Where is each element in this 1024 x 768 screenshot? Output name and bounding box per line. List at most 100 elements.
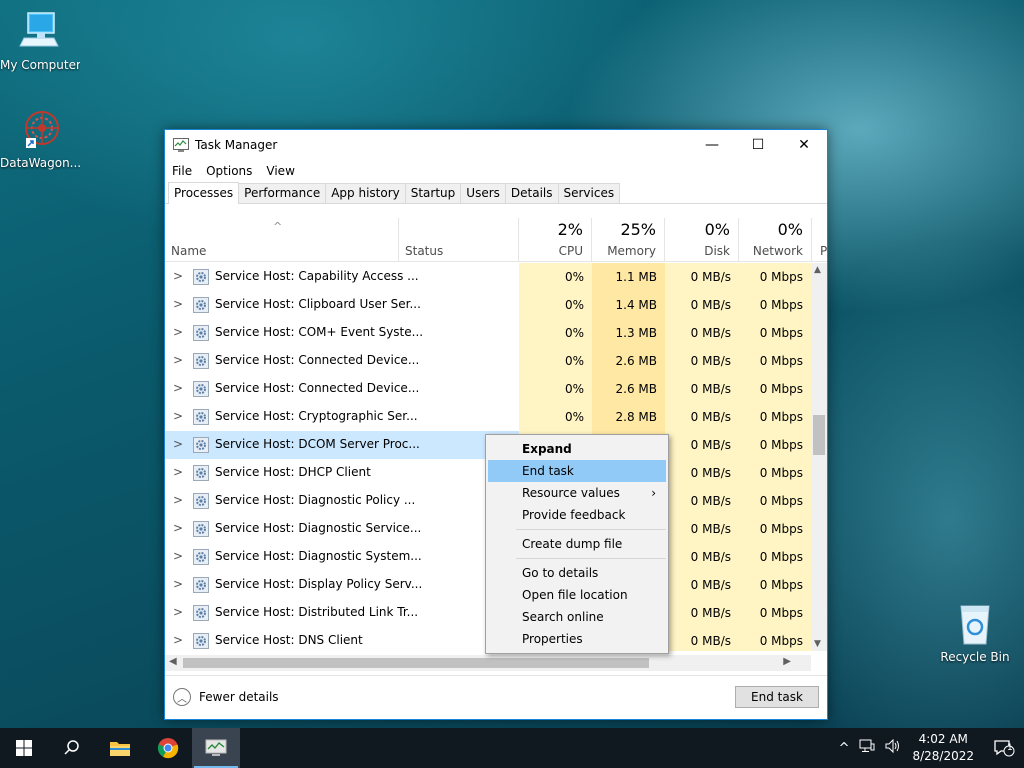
action-center-button[interactable]: 1 bbox=[984, 728, 1024, 768]
chevron-right-icon[interactable]: > bbox=[173, 297, 183, 311]
row-name-area[interactable]: > Service Host: Diagnostic Policy ... bbox=[165, 487, 519, 515]
menu-item-end-task[interactable]: End task bbox=[488, 460, 666, 482]
menu-item-properties[interactable]: Properties bbox=[488, 628, 666, 650]
chevron-right-icon[interactable]: > bbox=[173, 493, 183, 507]
menu-item-search-online[interactable]: Search online bbox=[488, 606, 666, 628]
row-name-area[interactable]: > Service Host: Diagnostic Service... bbox=[165, 515, 519, 543]
search-icon bbox=[64, 740, 79, 755]
minimize-button[interactable]: — bbox=[689, 130, 735, 160]
folder-icon bbox=[110, 742, 130, 756]
tab-users[interactable]: Users bbox=[460, 183, 506, 203]
cell-network: 0 Mbps bbox=[739, 543, 811, 571]
menu-item-resource-values[interactable]: Resource values › bbox=[488, 482, 666, 504]
table-row[interactable]: > Service Host: Capability Access ... 0% 1.… bbox=[165, 263, 811, 291]
fewer-details-link[interactable]: ︿ Fewer details bbox=[173, 688, 279, 706]
row-name-area[interactable]: > Service Host: Connected Device... bbox=[165, 347, 519, 375]
scroll-thumb[interactable] bbox=[183, 658, 649, 668]
gear-icon bbox=[193, 325, 209, 341]
desktop-icon-datawagon[interactable]: DataWagon... bbox=[0, 108, 80, 170]
menu-item-label: Expand bbox=[522, 442, 572, 456]
scroll-up-icon[interactable]: ▲ bbox=[814, 265, 821, 275]
chevron-right-icon[interactable]: > bbox=[173, 605, 183, 619]
search-button[interactable] bbox=[48, 728, 96, 768]
cell-network: 0 Mbps bbox=[739, 487, 811, 515]
chevron-right-icon[interactable]: > bbox=[173, 269, 183, 283]
menu-view[interactable]: View bbox=[266, 164, 294, 178]
column-cpu[interactable]: 2% CPU bbox=[519, 218, 592, 262]
cell-memory: 1.1 MB bbox=[592, 263, 665, 291]
column-status[interactable]: Status bbox=[399, 218, 519, 262]
maximize-button[interactable]: ☐ bbox=[735, 130, 781, 160]
tab-processes[interactable]: Processes bbox=[168, 182, 240, 204]
table-row[interactable]: > Service Host: Connected Device... 0% 2.6 … bbox=[165, 347, 811, 375]
scroll-down-icon[interactable]: ▼ bbox=[814, 639, 821, 649]
menu-item-go-to-details[interactable]: Go to details bbox=[488, 562, 666, 584]
chevron-right-icon[interactable]: > bbox=[173, 465, 183, 479]
menu-item-expand[interactable]: Expand bbox=[488, 438, 666, 460]
taskbar-chrome[interactable] bbox=[144, 728, 192, 768]
taskbar-task-manager[interactable] bbox=[192, 728, 240, 768]
row-name-area[interactable]: > Service Host: Distributed Link Tr... bbox=[165, 599, 519, 627]
taskbar-file-explorer[interactable] bbox=[96, 728, 144, 768]
title-bar[interactable]: Task Manager — ☐ ✕ bbox=[165, 130, 827, 160]
start-button[interactable] bbox=[0, 728, 48, 768]
desktop-icon-my-computer[interactable]: My Computer bbox=[0, 10, 80, 72]
process-name: Service Host: Distributed Link Tr... bbox=[215, 605, 419, 619]
notification-count: 1 bbox=[1007, 743, 1013, 753]
clock[interactable]: 4:02 AM 8/28/2022 bbox=[912, 731, 974, 765]
column-name[interactable]: ^ Name bbox=[165, 218, 399, 262]
column-power-partial[interactable]: P bbox=[812, 218, 827, 262]
tab-details[interactable]: Details bbox=[504, 183, 559, 203]
table-row[interactable]: > Service Host: Cryptographic Ser... 0% 2.8… bbox=[165, 403, 811, 431]
row-name-area[interactable]: > Service Host: Cryptographic Ser... bbox=[165, 403, 519, 431]
desktop-icon-label: Recycle Bin bbox=[940, 650, 1010, 664]
tab-services[interactable]: Services bbox=[557, 183, 621, 203]
table-row[interactable]: > Service Host: Clipboard User Ser... 0% 1.… bbox=[165, 291, 811, 319]
menu-item-open-file-location[interactable]: Open file location bbox=[488, 584, 666, 606]
menu-item-provide-feedback[interactable]: Provide feedback bbox=[488, 504, 666, 526]
menu-item-create-dump-file[interactable]: Create dump file bbox=[488, 533, 666, 555]
row-name-area[interactable]: > Service Host: Connected Device... bbox=[165, 375, 519, 403]
row-name-area[interactable]: > Service Host: Display Policy Serv... bbox=[165, 571, 519, 599]
horizontal-scrollbar[interactable]: ◀ ▶ bbox=[165, 655, 811, 671]
chevron-right-icon[interactable]: > bbox=[173, 521, 183, 535]
row-name-area[interactable]: > Service Host: Capability Access ... bbox=[165, 263, 519, 291]
scroll-left-icon[interactable]: ◀ bbox=[169, 656, 177, 667]
network-icon[interactable] bbox=[859, 739, 875, 757]
volume-icon[interactable] bbox=[885, 738, 901, 757]
row-name-area[interactable]: > Service Host: DNS Client bbox=[165, 627, 519, 651]
desktop-icon-recycle-bin[interactable]: Recycle Bin bbox=[935, 602, 1015, 664]
row-name-area[interactable]: > Service Host: COM+ Event Syste... bbox=[165, 319, 519, 347]
chrome-icon bbox=[157, 738, 179, 759]
chevron-right-icon[interactable]: > bbox=[173, 549, 183, 563]
column-disk[interactable]: 0% Disk bbox=[665, 218, 739, 262]
chevron-right-icon[interactable]: > bbox=[173, 437, 183, 451]
row-name-area[interactable]: > Service Host: Diagnostic System... bbox=[165, 543, 519, 571]
chevron-right-icon[interactable]: > bbox=[173, 325, 183, 339]
row-name-area[interactable]: > Service Host: DCOM Server Proc... bbox=[165, 431, 519, 459]
column-network[interactable]: 0% Network bbox=[739, 218, 812, 262]
vertical-scrollbar[interactable]: ▲ ▼ bbox=[811, 263, 827, 651]
chevron-right-icon[interactable]: > bbox=[173, 633, 183, 647]
tab-startup[interactable]: Startup bbox=[404, 183, 462, 203]
chevron-right-icon[interactable]: > bbox=[173, 409, 183, 423]
tab-performance[interactable]: Performance bbox=[238, 183, 327, 203]
scroll-right-icon[interactable]: ▶ bbox=[783, 656, 791, 667]
row-name-area[interactable]: > Service Host: DHCP Client bbox=[165, 459, 519, 487]
table-row[interactable]: > Service Host: Connected Device... 0% 2.6 … bbox=[165, 375, 811, 403]
table-row[interactable]: > Service Host: COM+ Event Syste... 0% 1.3 … bbox=[165, 319, 811, 347]
menu-file[interactable]: File bbox=[172, 164, 192, 178]
chevron-right-icon[interactable]: > bbox=[173, 353, 183, 367]
cell-memory: 2.6 MB bbox=[592, 375, 665, 403]
chevron-right-icon[interactable]: > bbox=[173, 381, 183, 395]
chevron-up-icon[interactable]: ^ bbox=[839, 741, 850, 756]
close-button[interactable]: ✕ bbox=[781, 130, 827, 160]
end-task-button[interactable]: End task bbox=[735, 686, 819, 708]
tab-app-history[interactable]: App history bbox=[325, 183, 406, 203]
row-name-area[interactable]: > Service Host: Clipboard User Ser... bbox=[165, 291, 519, 319]
column-memory[interactable]: 25% Memory bbox=[592, 218, 665, 262]
window-title: Task Manager bbox=[195, 138, 278, 152]
scroll-thumb[interactable] bbox=[813, 415, 825, 455]
menu-options[interactable]: Options bbox=[206, 164, 252, 178]
chevron-right-icon[interactable]: > bbox=[173, 577, 183, 591]
